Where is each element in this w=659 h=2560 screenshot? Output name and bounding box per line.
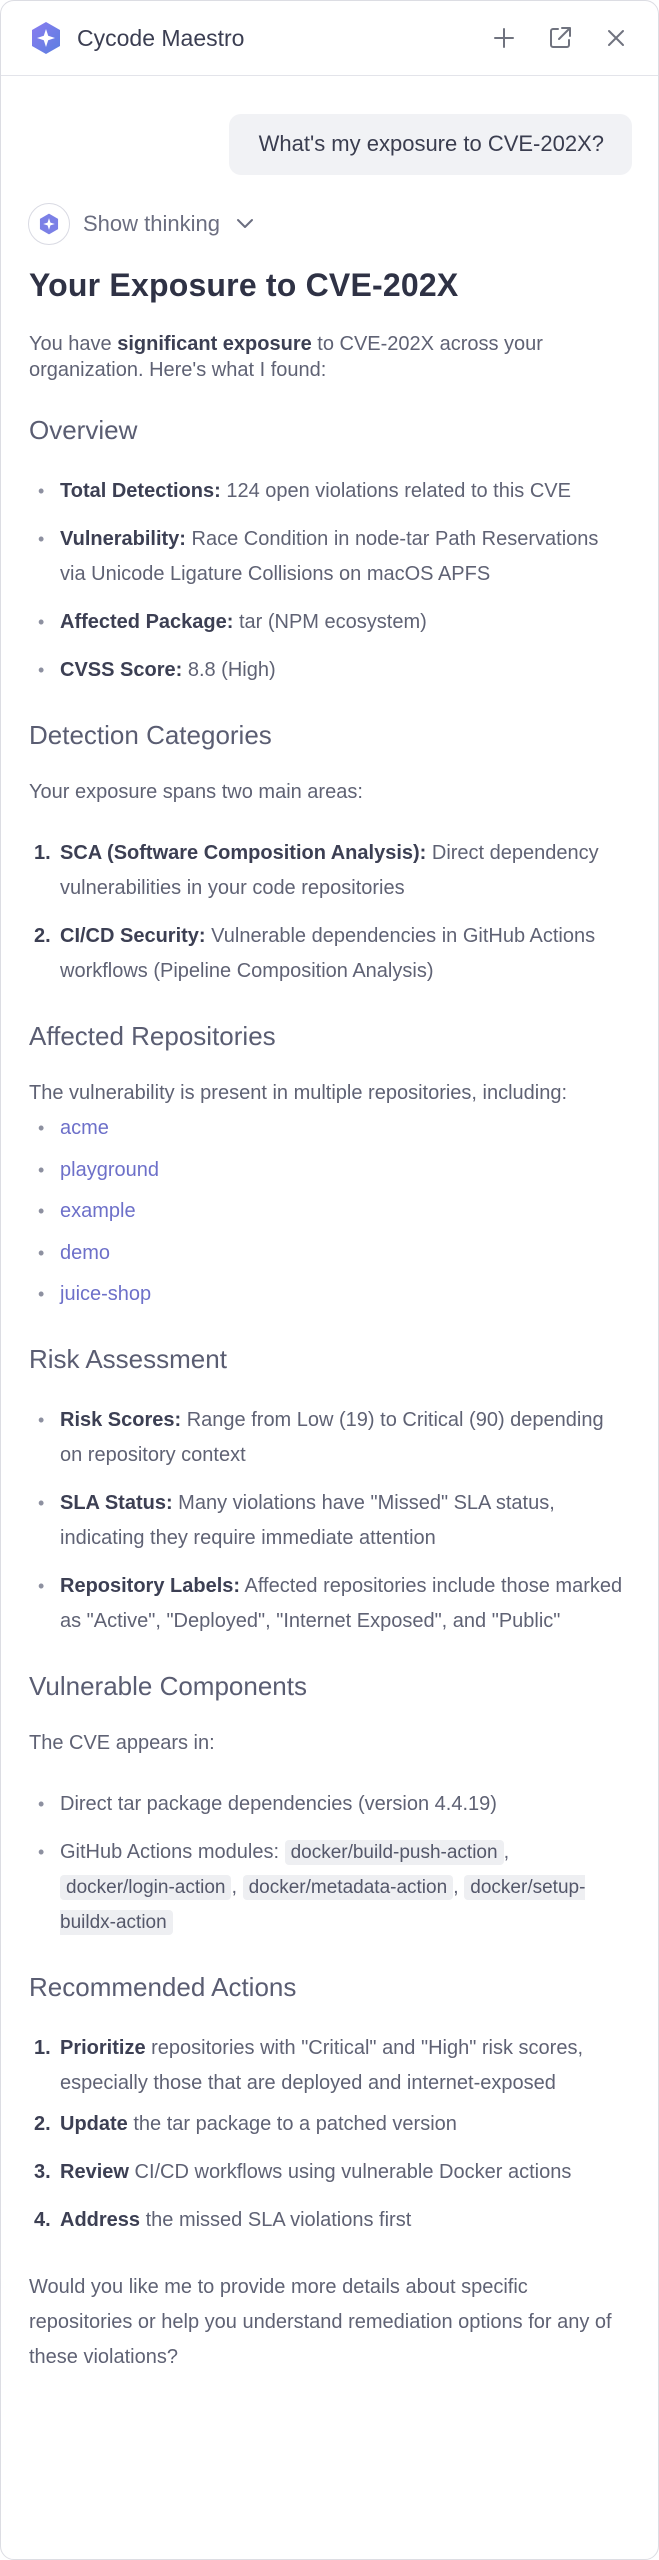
item-number: 2. [34,2112,51,2135]
show-thinking-toggle[interactable]: Show thinking [28,203,254,245]
list-item: Risk Scores: Range from Low (19) to Crit… [29,1403,629,1473]
list-item: Affected Package: tar (NPM ecosystem) [29,605,629,640]
item-text: CI/CD workflows using vulnerable Docker … [128,2160,572,2183]
list-item: 1. SCA (Software Composition Analysis): D… [29,836,629,906]
repo-link-playground[interactable]: playground [60,1159,159,1181]
repo-link-demo[interactable]: demo [60,1242,110,1264]
intro-bold: significant exposure [117,333,312,355]
item-number: 1. [34,842,51,864]
panel-header: Cycode Maestro [1,1,658,76]
list-item: 1. Prioritize repositories with "Critical… [29,2031,629,2101]
item-number: 4. [34,2208,51,2231]
item-label: Total Detections: [60,480,221,502]
item-label: SLA Status: [60,1491,173,1514]
item-label: CI/CD Security: [60,925,206,947]
repo-link-example[interactable]: example [60,1200,136,1222]
components-list: Direct tar package dependencies (version… [29,1787,629,1940]
chevron-down-icon [236,219,253,228]
item-text: the tar package to a patched version [127,2112,457,2135]
list-item: Repository Labels: Affected repositories… [29,1569,629,1639]
components-intro: The CVE appears in: [29,1731,215,1754]
assistant-response: Your Exposure to CVE-202X You have signi… [29,267,629,2375]
components-heading: Vulnerable Components [29,1670,307,1701]
code-chip: docker/metadata-action [242,1874,454,1900]
risk-list: Risk Scores: Range from Low (19) to Crit… [29,1403,629,1639]
list-item: SLA Status: Many violations have "Missed… [29,1486,629,1556]
repos-intro: The vulnerability is present in multiple… [29,1082,568,1104]
detection-heading: Detection Categories [29,720,272,750]
item-text: tar (NPM ecosystem) [233,611,427,633]
user-message: What's my exposure to CVE-202X? [228,114,632,175]
item-text: 124 open violations related to this CVE [220,480,571,502]
item-label: SCA (Software Composition Analysis): [60,842,427,864]
list-item: Total Detections: 124 open violations re… [29,474,629,509]
close-button[interactable] [596,18,636,58]
item-label: Repository Labels: [60,1574,241,1597]
actions-heading: Recommended Actions [29,1971,297,2002]
item-text: 8.8 (High) [182,659,276,681]
response-title: Your Exposure to CVE-202X [29,267,459,303]
open-external-button[interactable] [540,18,580,58]
item-label: Update [60,2112,128,2135]
item-label: Risk Scores: [60,1408,182,1431]
show-thinking-label: Show thinking [83,211,220,236]
list-item: GitHub Actions modules: docker/build-pus… [29,1835,629,1940]
item-label: Affected Package: [60,611,234,633]
item-text: Direct tar package dependencies (version… [60,1792,497,1815]
repo-link-juice-shop[interactable]: juice-shop [60,1283,151,1305]
chat-panel: Cycode Maestro What's my exposure to CVE… [0,0,659,2560]
external-link-icon [550,27,571,48]
list-item: demo [29,1233,629,1275]
item-number: 3. [34,2160,51,2183]
item-label: Address [60,2208,141,2231]
cycode-logo-icon [39,213,59,235]
list-item: CVSS Score: 8.8 (High) [29,653,629,688]
new-chat-button[interactable] [484,18,524,58]
item-number: 2. [34,925,51,947]
risk-heading: Risk Assessment [29,1343,227,1374]
intro-text: You have [29,333,118,355]
list-item: Vulnerability: Race Condition in node-ta… [29,522,629,592]
code-chip: docker/build-push-action [284,1839,504,1865]
item-label: Prioritize [60,2036,146,2059]
item-text: the missed SLA violations first [140,2208,412,2231]
list-item: 4. Address the missed SLA violations firs… [29,2203,629,2238]
repo-link-acme[interactable]: acme [60,1117,109,1139]
item-label: CVSS Score: [60,659,183,681]
overview-list: Total Detections: 124 open violations re… [29,474,629,688]
list-item: example [29,1191,629,1233]
detection-list: 1. SCA (Software Composition Analysis): D… [29,836,629,989]
list-item: playground [29,1150,629,1192]
actions-list: 1. Prioritize repositories with "Critical… [29,2031,629,2238]
code-chip: docker/login-action [60,1874,232,1900]
item-number: 1. [34,2036,51,2059]
list-item: 2. CI/CD Security: Vulnerable dependencie… [29,919,629,989]
closing-paragraph: Would you like me to provide more detail… [29,2275,612,2368]
intro-paragraph: You have significant exposure to CVE-202… [29,331,629,383]
item-label: Vulnerability: [60,528,186,550]
plus-icon [494,28,514,48]
list-item: 3. Review CI/CD workflows using vulnerabl… [29,2155,629,2190]
app-title: Cycode Maestro [77,24,245,51]
list-item: 2. Update the tar package to a patched ve… [29,2107,629,2142]
repos-heading: Affected Repositories [29,1021,276,1051]
item-text: GitHub Actions modules: [60,1840,285,1863]
cycode-logo-icon [32,22,60,54]
detection-intro: Your exposure spans two main areas: [29,781,363,803]
overview-heading: Overview [29,415,138,445]
list-item: Direct tar package dependencies (version… [29,1787,629,1822]
item-label: Review [60,2160,129,2183]
list-item: acme [29,1108,629,1150]
close-icon [608,30,624,46]
repo-list: acme playground example demo juice-shop [29,1108,629,1316]
list-item: juice-shop [29,1274,629,1316]
assistant-avatar [28,203,70,245]
